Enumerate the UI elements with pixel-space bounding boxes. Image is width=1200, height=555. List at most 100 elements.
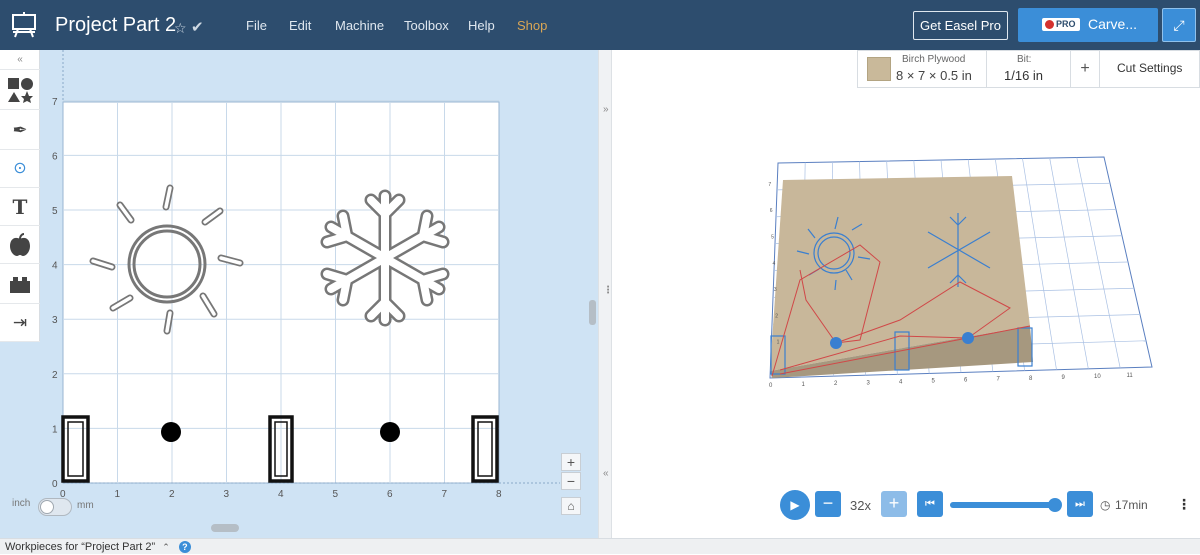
left-toolbar: « ✒ ⊙ T ⇥: [0, 50, 40, 342]
clock-icon: ◷: [1100, 498, 1111, 512]
bit-label: Bit:: [1017, 54, 1032, 65]
carve-button[interactable]: PRO Carve...: [1018, 8, 1158, 42]
y-tick-label: 1: [52, 424, 58, 435]
vertical-scrollbar[interactable]: [589, 300, 596, 325]
home-icon[interactable]: ⌂: [561, 497, 581, 515]
3d-x-tick-label: 4: [899, 379, 903, 385]
apple-icon[interactable]: [0, 226, 40, 264]
3d-x-tick-label: 2: [834, 381, 838, 387]
3d-x-tick-label: 3: [867, 380, 871, 386]
material-swatch[interactable]: [867, 57, 891, 81]
fast-forward-icon[interactable]: ⏭: [1067, 491, 1093, 517]
menu-edit[interactable]: Edit: [289, 18, 311, 33]
x-tick-label: 6: [387, 489, 393, 500]
star-icon[interactable]: ☆: [174, 20, 187, 37]
zoom-out-button[interactable]: −: [561, 472, 581, 490]
faster-button[interactable]: +: [881, 491, 907, 517]
rewind-icon[interactable]: ⏮: [917, 491, 943, 517]
3d-y-tick-label: 1: [777, 340, 780, 346]
chevron-up-icon[interactable]: ⌃: [162, 542, 170, 552]
material-dimensions[interactable]: 8 × 7 × 0.5 in: [896, 68, 972, 83]
pro-badge: PRO: [1042, 18, 1080, 31]
x-tick-label: 8: [496, 489, 502, 500]
x-tick-label: 3: [224, 489, 230, 500]
x-tick-label: 4: [278, 489, 284, 500]
estimated-time: 17min: [1115, 498, 1148, 512]
menu-file[interactable]: File: [246, 18, 267, 33]
alert-dot-icon: [1045, 20, 1054, 29]
add-bit-button[interactable]: +: [1071, 51, 1099, 87]
material-name[interactable]: Birch Plywood: [902, 54, 965, 65]
workpieces-label[interactable]: Workpieces for “Project Part 2”: [5, 541, 155, 553]
3d-x-tick-label: 10: [1094, 374, 1101, 380]
project-title[interactable]: Project Part 2: [55, 14, 176, 37]
3d-y-tick-label: 2: [775, 313, 778, 319]
3d-preview-panel[interactable]: 0 1 2 3 4 5 6 7 8 9 10 11 1234567: [612, 50, 1200, 538]
progress-track[interactable]: [950, 498, 1062, 512]
x-tick-label: 5: [333, 489, 339, 500]
design-canvas[interactable]: 0 1 2 3 4 5 6 7 8 0 1 2 3 4 5 6 7: [0, 50, 598, 538]
cut-settings-button[interactable]: Cut Settings: [1117, 61, 1182, 75]
get-easel-pro-button[interactable]: Get Easel Pro: [913, 11, 1008, 40]
menu-toolbox[interactable]: Toolbox: [404, 18, 449, 33]
3d-y-tick-label: 4: [773, 261, 776, 267]
pen-icon[interactable]: ✒: [0, 110, 40, 150]
collapse-up-icon[interactable]: «: [0, 50, 40, 70]
expand-right-icon[interactable]: »: [603, 104, 609, 115]
menu-shop[interactable]: Shop: [517, 18, 547, 33]
y-tick-label: 4: [52, 261, 58, 272]
workpieces-bar[interactable]: Workpieces for “Project Part 2” ⌃ ?: [0, 538, 1200, 554]
3d-y-tick-label: 5: [771, 234, 774, 240]
y-tick-label: 6: [52, 151, 58, 162]
toggle-knob: [40, 500, 54, 514]
expand-left-icon[interactable]: «: [603, 468, 609, 479]
play-icon[interactable]: ▶: [780, 490, 810, 520]
y-axis-ticks: 0 1 2 3 4 5 6 7: [52, 97, 58, 490]
y-tick-label: 3: [52, 315, 58, 326]
menu-machine[interactable]: Machine: [335, 18, 384, 33]
slower-button[interactable]: −: [815, 491, 841, 517]
y-tick-label: 0: [52, 479, 58, 490]
lego-brick-icon[interactable]: [0, 264, 40, 304]
fullscreen-icon[interactable]: ⤢: [1162, 8, 1196, 42]
3d-x-tick-label: 1: [802, 382, 806, 388]
x-tick-label: 2: [169, 489, 175, 500]
menu-help[interactable]: Help: [468, 18, 495, 33]
carve-label: Carve...: [1088, 16, 1138, 32]
3d-x-tick-label: 5: [932, 379, 936, 385]
zoom-in-button[interactable]: +: [561, 453, 581, 471]
top-bar: Project Part 2 ☆ ✔ File Edit Machine Too…: [0, 0, 1200, 50]
horizontal-scrollbar[interactable]: [211, 524, 239, 532]
y-tick-label: 2: [52, 370, 58, 381]
3d-y-tick-label: 3: [774, 287, 777, 293]
bit-value[interactable]: 1/16 in: [1004, 68, 1043, 83]
unit-mm-label: mm: [77, 500, 94, 511]
3d-preview[interactable]: 0 1 2 3 4 5 6 7 8 9 10 11 1234567: [612, 50, 1200, 480]
3d-x-tick-label: 9: [1062, 375, 1066, 381]
help-icon[interactable]: ?: [178, 541, 191, 553]
x-axis-ticks: 012345678: [60, 489, 502, 500]
3d-x-tick-label: 8: [1029, 376, 1033, 382]
shapes-icon[interactable]: [0, 70, 40, 110]
3d-x-tick-label: 11: [1127, 373, 1134, 379]
3d-y-tick-label: 6: [770, 208, 773, 214]
3d-y-tick-label: 7: [768, 182, 771, 188]
dot-workpiece-right[interactable]: [380, 422, 400, 442]
progress-knob[interactable]: [1047, 498, 1062, 512]
3d-x-tick-label: 7: [997, 377, 1001, 383]
speed-label: 32x: [850, 498, 871, 513]
easel-logo-icon[interactable]: [10, 11, 38, 39]
dot-workpiece-left[interactable]: [161, 422, 181, 442]
text-icon[interactable]: T: [0, 188, 40, 226]
y-tick-label: 7: [52, 97, 58, 108]
3d-x-tick-label: 6: [964, 378, 968, 384]
unit-inch-label: inch: [12, 498, 31, 509]
units-toggle[interactable]: [38, 498, 72, 516]
more-options-icon[interactable]: ⋮: [1177, 496, 1191, 513]
checkmark-icon: ✔: [191, 19, 204, 36]
simulation-player: ▶ − 32x + ⏮ ⏭ ◷ 17min ⋮: [612, 480, 1200, 530]
target-icon[interactable]: ⊙: [0, 150, 40, 188]
import-icon[interactable]: ⇥: [0, 304, 40, 342]
material-settings-bar: Birch Plywood 8 × 7 × 0.5 in Bit: 1/16 i…: [857, 50, 1200, 88]
pro-badge-label: PRO: [1056, 19, 1076, 29]
